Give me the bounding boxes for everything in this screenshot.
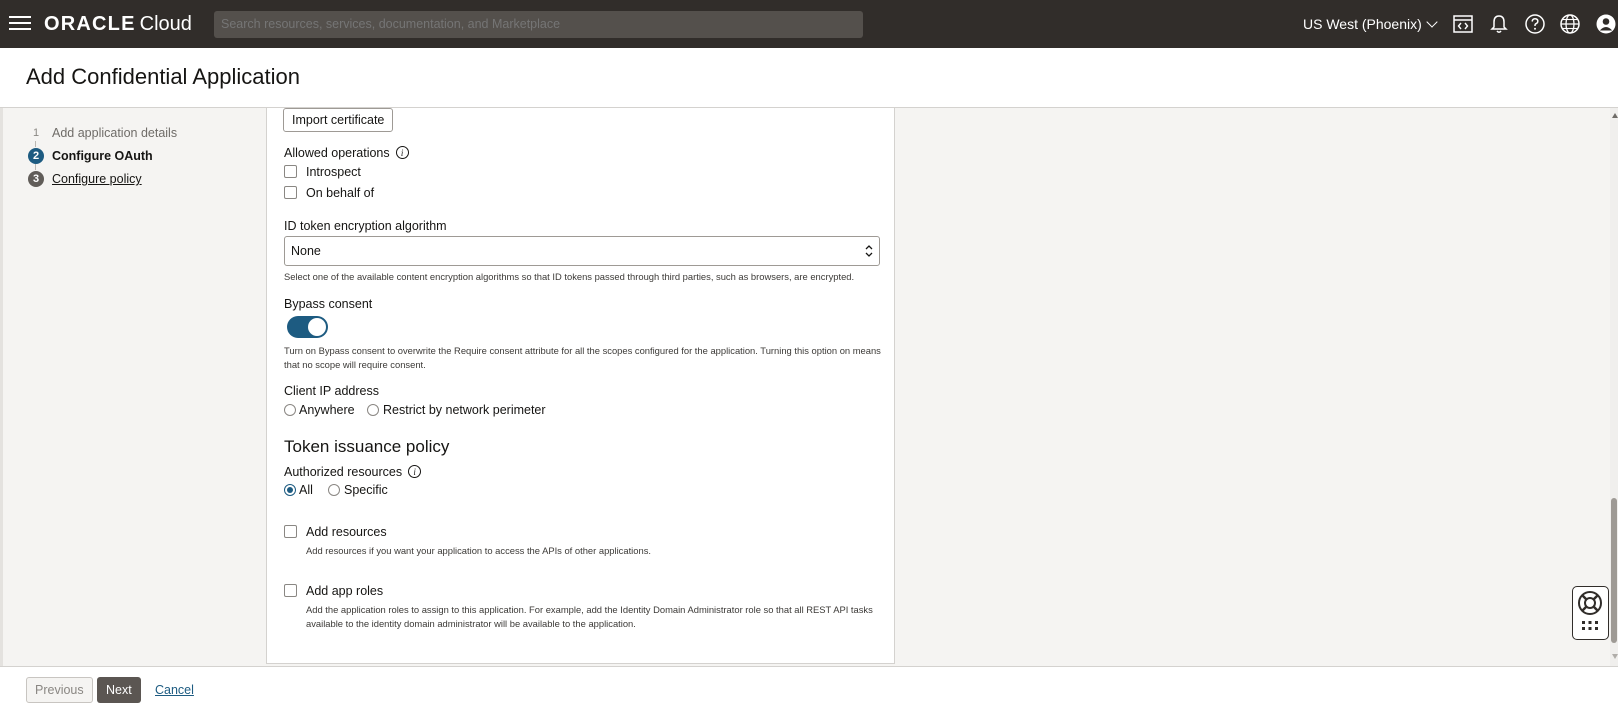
select-updown-icon — [865, 245, 873, 257]
scrollbar-thumb[interactable] — [1611, 498, 1617, 643]
logo-brand: ORACLE — [44, 13, 136, 35]
introspect-label: Introspect — [306, 165, 361, 179]
add-app-roles-help-line1: Add the application roles to assign to t… — [306, 604, 873, 615]
oracle-cloud-logo[interactable]: ORACLE Cloud — [44, 13, 192, 36]
info-icon[interactable]: i — [395, 146, 409, 160]
add-app-roles-label: Add app roles — [306, 584, 384, 598]
step-connector — [35, 164, 36, 170]
notifications-bell-icon[interactable] — [1488, 13, 1510, 35]
add-app-roles-checkbox[interactable] — [284, 584, 297, 597]
top-navigation-bar: ORACLECloud US West (Phoenix) — [0, 0, 1618, 48]
scroll-down-arrow-icon[interactable] — [1612, 654, 1618, 659]
language-globe-icon[interactable] — [1559, 13, 1581, 35]
allowed-operations-label: Allowed operations i — [284, 146, 409, 160]
id-token-encryption-select[interactable]: None — [284, 236, 880, 266]
add-resources-label: Add resources — [306, 525, 387, 539]
bypass-consent-toggle[interactable] — [287, 316, 328, 338]
oauth-form-panel: Import certificate Allowed operations i I… — [266, 108, 895, 664]
code-editor-icon[interactable] — [1452, 13, 1474, 35]
step-number: 1 — [32, 127, 40, 139]
add-app-roles-help: Add the application roles to assign to t… — [306, 603, 891, 631]
all-resources-label: All — [299, 483, 313, 497]
page-title: Add Confidential Application — [26, 64, 300, 89]
chevron-down-icon — [1426, 16, 1438, 28]
next-button[interactable]: Next — [97, 677, 141, 703]
token-issuance-policy-title: Token issuance policy — [284, 437, 450, 456]
specific-resources-label: Specific — [344, 483, 388, 497]
restrict-network-label: Restrict by network perimeter — [383, 403, 546, 417]
on-behalf-of-checkbox[interactable] — [284, 186, 297, 199]
wizard-footer: Previous Next Cancel — [0, 666, 1618, 708]
search-input[interactable] — [214, 11, 863, 38]
step-number: 3 — [28, 171, 44, 187]
hamburger-menu-icon[interactable] — [9, 16, 31, 31]
logo-product: Cloud — [139, 13, 192, 35]
id-token-encryption-help: Select one of the available content encr… — [284, 271, 855, 282]
all-resources-radio[interactable] — [284, 484, 296, 496]
toggle-knob — [308, 318, 326, 336]
add-app-roles-help-line2: available to the identity domain adminis… — [306, 618, 636, 629]
lifebuoy-icon — [1578, 591, 1602, 630]
specific-resources-radio[interactable] — [328, 484, 340, 496]
add-resources-checkbox[interactable] — [284, 525, 297, 538]
step-number: 2 — [28, 148, 44, 164]
help-question-icon[interactable] — [1524, 13, 1546, 35]
anywhere-label: Anywhere — [299, 403, 355, 417]
bypass-consent-help: Turn on Bypass consent to overwrite the … — [284, 344, 889, 372]
step-label[interactable]: Configure policy — [52, 172, 142, 186]
page-header: Add Confidential Application — [0, 48, 1618, 108]
bypass-consent-help-line1: Turn on Bypass consent to overwrite the … — [284, 345, 881, 356]
restrict-network-radio[interactable] — [367, 404, 379, 416]
cancel-link[interactable]: Cancel — [155, 683, 194, 697]
scroll-up-arrow-icon[interactable] — [1612, 113, 1618, 118]
user-profile-icon[interactable] — [1595, 13, 1617, 35]
bypass-consent-help-line2: that no scope will require consent. — [284, 359, 426, 370]
info-icon[interactable]: i — [408, 465, 422, 479]
bypass-consent-label: Bypass consent — [284, 297, 373, 311]
step-connector — [35, 141, 36, 147]
authorized-resources-label: Authorized resources i — [284, 465, 422, 479]
help-support-widget[interactable] — [1572, 586, 1609, 640]
step-label: Add application details — [52, 126, 178, 140]
region-selector[interactable]: US West (Phoenix) — [1303, 16, 1438, 32]
region-label: US West (Phoenix) — [1303, 16, 1422, 32]
add-resources-help: Add resources if you want your applicati… — [306, 545, 651, 556]
anywhere-radio[interactable] — [284, 404, 296, 416]
on-behalf-of-label: On behalf of — [306, 186, 375, 200]
introspect-checkbox[interactable] — [284, 165, 297, 178]
left-edge-divider — [0, 108, 3, 666]
id-token-encryption-label: ID token encryption algorithm — [284, 219, 447, 233]
step-label: Configure OAuth — [52, 149, 153, 163]
authorized-resources-text: Authorized resources — [284, 465, 403, 479]
previous-button[interactable]: Previous — [26, 677, 93, 703]
wizard-body: 1 Add application details 2 Configure OA… — [0, 108, 1618, 666]
allowed-operations-text: Allowed operations — [284, 146, 390, 160]
import-certificate-button[interactable]: Import certificate — [283, 108, 394, 132]
id-token-encryption-value: None — [291, 244, 321, 258]
client-ip-label: Client IP address — [284, 384, 379, 398]
